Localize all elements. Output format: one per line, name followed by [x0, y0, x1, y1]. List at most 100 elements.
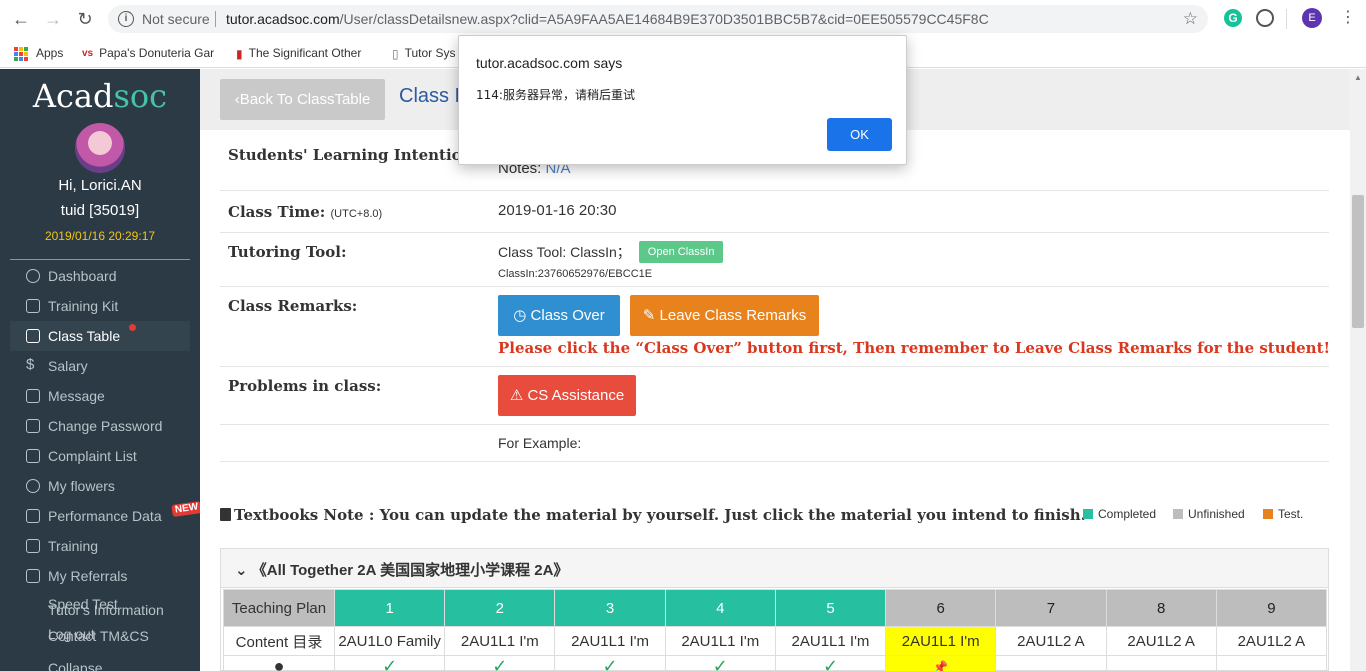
sidebar-item-label: Salary [48, 358, 88, 374]
check-icon: ✓ [554, 655, 666, 671]
lesson-number[interactable]: 2 [444, 589, 556, 627]
sidebar-item-label: Training Kit [48, 298, 119, 314]
dashboard-icon [26, 269, 40, 283]
avatar[interactable] [75, 123, 125, 173]
learning-intention-label: Students' Learning Intention: [228, 146, 479, 164]
browser-menu-icon[interactable]: ⋮ [1340, 8, 1356, 28]
lesson-number[interactable]: 8 [1105, 589, 1217, 627]
users-icon [26, 569, 40, 583]
page-scrollbar[interactable]: ▲ [1350, 69, 1366, 671]
ok-button[interactable]: OK [827, 118, 892, 151]
scroll-thumb[interactable] [1352, 195, 1364, 328]
warning-icon: ⚠ [509, 387, 524, 404]
sidebar-item-tutors-information[interactable]: Tutor's Information [48, 602, 164, 618]
bookmark-label: Apps [36, 46, 64, 60]
bookmark-label: Papa's Donuteria Gar [99, 46, 215, 60]
thumbs-down-icon [26, 449, 40, 463]
lesson-content[interactable]: 2AU1L1 I'm [885, 626, 997, 656]
class-time-tz: (UTC+8.0) [330, 208, 383, 220]
sidebar-item-complaint-list[interactable]: Complaint List [10, 441, 190, 471]
lesson-number[interactable]: 4 [664, 589, 776, 627]
info-icon[interactable]: i [118, 11, 134, 27]
lesson-number[interactable]: 1 [333, 589, 446, 627]
class-time-text: Class Time: [228, 203, 326, 221]
class-over-label: Class Over [530, 307, 605, 324]
page-icon: ▯ [392, 46, 399, 61]
bookmark-apps[interactable]: Apps [14, 44, 63, 62]
bookmark-papas-donuteria[interactable]: vs Papa's Donuteria Gar [82, 44, 214, 62]
lesson-content[interactable]: 2AU1L1 I'm [554, 626, 666, 656]
sidebar-item-class-table[interactable]: Class Table [10, 321, 190, 351]
lesson-content[interactable]: 2AU1L2 A [1105, 626, 1217, 656]
forward-arrow-icon[interactable]: → [42, 8, 64, 30]
new-badge: NEW [171, 501, 203, 517]
sidebar-item-training-kit[interactable]: Training Kit [10, 291, 190, 321]
reload-icon[interactable]: ↻ [74, 8, 96, 30]
class-over-button[interactable]: ◷ Class Over [498, 295, 620, 336]
sidebar-item-training[interactable]: Training [10, 531, 190, 561]
lesson-number[interactable]: 6 [885, 589, 997, 627]
sidebar-item-my-referrals[interactable]: My Referrals [10, 561, 190, 591]
bookmark-label: The Significant Other [248, 46, 362, 60]
sidebar-item-label: My flowers [48, 478, 115, 494]
open-classin-button[interactable]: Open ClassIn [638, 241, 724, 263]
lesson-content[interactable]: 2AU1L1 I'm [774, 626, 887, 656]
sidebar-item-collapse[interactable]: Collapse [48, 660, 102, 671]
sidebar-item-contact[interactable]: Contact TM&CS [48, 628, 149, 644]
lesson-content[interactable]: 2AU1L2 A [995, 626, 1107, 656]
user-greeting: Hi, Lorici.AN [58, 177, 142, 194]
gauge-extension-icon[interactable] [1256, 9, 1274, 27]
lesson-number[interactable]: 5 [774, 589, 887, 627]
lesson-content[interactable]: 2AU1L0 Family [333, 626, 446, 656]
bookmark-tutor-sys[interactable]: ▯ Tutor Sys [392, 44, 456, 62]
sidebar-item-dashboard[interactable]: Dashboard [10, 261, 190, 291]
tutoring-tool-label: Tutoring Tool: [228, 243, 347, 261]
back-arrow-icon[interactable]: ← [10, 8, 32, 30]
bookmark-star-icon[interactable]: ☆ [1183, 9, 1198, 29]
course-panel: ⌄ 《All Together 2A 美国国家地理小学课程 2A》 Teachi… [220, 548, 1329, 671]
sidebar-item-label: Message [48, 388, 105, 404]
lesson-number[interactable]: 9 [1215, 589, 1328, 627]
flower-icon [26, 479, 40, 493]
sidebar-item-my-flowers[interactable]: My flowers [10, 471, 190, 501]
scroll-up-arrow-icon[interactable]: ▲ [1354, 73, 1362, 82]
tutoring-tool-value: Class Tool: ClassIn； Open ClassIn [498, 241, 724, 263]
sidebar-item-change-password[interactable]: Change Password [10, 411, 190, 441]
grammarly-extension-icon[interactable]: G [1224, 9, 1242, 27]
acadsoc-logo[interactable]: Acadsoc [0, 77, 200, 115]
teaching-plan-grid: Teaching Plan 1 2 3 4 5 6 7 8 9 Content … [223, 589, 1328, 671]
row-for-example: For Example: [220, 425, 1329, 462]
teaching-plan-header: Teaching Plan [223, 589, 335, 627]
sidebar-item-performance-data[interactable]: Performance Data NEW [10, 501, 203, 531]
url-text[interactable]: tutor.acadsoc.com/User/classDetailsnew.a… [226, 11, 989, 27]
legend-test: Test. [1263, 507, 1303, 521]
course-panel-header[interactable]: ⌄ 《All Together 2A 美国国家地理小学课程 2A》 [221, 549, 1328, 588]
profile-avatar[interactable]: E [1302, 8, 1322, 28]
lesson-content[interactable]: 2AU1L2 A [1215, 626, 1328, 656]
cs-assistance-label: CS Assistance [527, 387, 625, 404]
check-icon: ✓ [333, 655, 446, 671]
lesson-content[interactable]: 2AU1L1 I'm [444, 626, 556, 656]
sidebar-item-label: Class Table [48, 328, 121, 344]
textbooks-note-text: Textbooks Note : You can update the mate… [234, 506, 1086, 524]
lesson-number[interactable]: 3 [554, 589, 666, 627]
check-icon: ✓ [664, 655, 776, 671]
back-to-classtable-button[interactable]: ‹Back To ClassTable [220, 79, 385, 120]
edit-icon [26, 419, 40, 433]
sidebar-item-label: Training [48, 538, 99, 554]
lesson-content[interactable]: 2AU1L1 I'm [664, 626, 776, 656]
leave-class-remarks-button[interactable]: ✎ Leave Class Remarks [630, 295, 819, 336]
sidebar-divider [10, 259, 190, 260]
toolbar-separator [1286, 9, 1287, 29]
notification-dot [129, 324, 136, 331]
address-bar[interactable]: i Not secure tutor.acadsoc.com/User/clas… [108, 5, 1208, 33]
legend-swatch [1263, 509, 1273, 519]
lesson-number[interactable]: 7 [995, 589, 1107, 627]
status-empty [995, 655, 1107, 671]
sidebar-item-salary[interactable]: $ Salary [10, 351, 190, 381]
chat-bubble-icon [26, 389, 40, 403]
bookmark-significant-other[interactable]: ▮ The Significant Other [236, 44, 361, 62]
sidebar-item-message[interactable]: Message [10, 381, 190, 411]
cs-assistance-button[interactable]: ⚠ CS Assistance [498, 375, 636, 416]
status-empty [1215, 655, 1328, 671]
